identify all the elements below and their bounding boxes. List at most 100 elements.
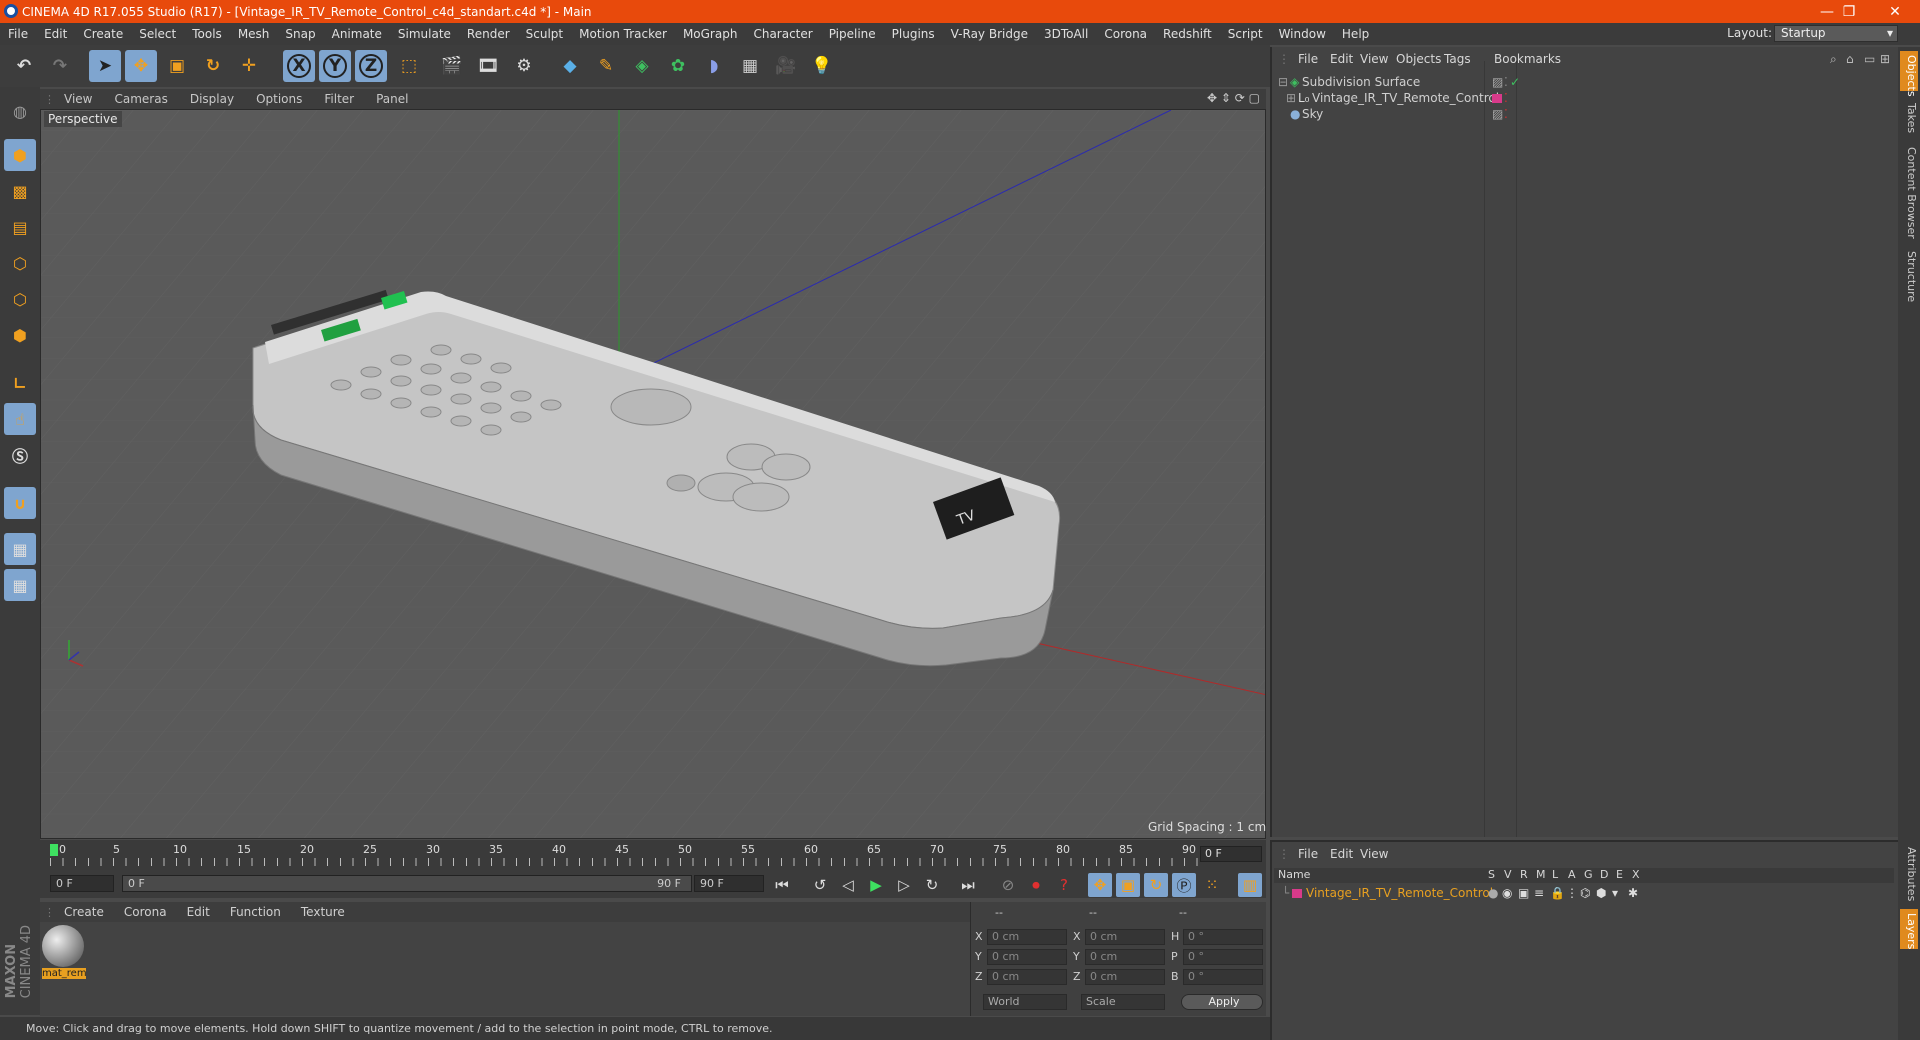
restore-button[interactable]: ❐ — [1826, 0, 1872, 23]
lock-icon[interactable]: 🔒 — [1550, 884, 1565, 902]
menu-mograph[interactable]: MoGraph — [675, 27, 746, 41]
objects-menu-objects[interactable]: Objects — [1396, 52, 1441, 66]
coord-mode-select[interactable]: World — [983, 994, 1067, 1010]
light-icon[interactable]: 💡 — [806, 50, 838, 82]
axis-y-icon[interactable]: Y — [319, 50, 351, 82]
undo-icon[interactable]: ↶ — [8, 50, 40, 82]
material-menu-function[interactable]: Function — [220, 905, 291, 919]
material-menu-corona[interactable]: Corona — [114, 905, 177, 919]
material-menu-edit[interactable]: Edit — [177, 905, 220, 919]
layer-color-swatch[interactable] — [1292, 889, 1302, 898]
model-mode-icon[interactable]: ⬢ — [4, 139, 36, 171]
deformer-icon[interactable]: ◗ — [698, 50, 730, 82]
position-y-field[interactable]: 0 cm — [987, 949, 1067, 965]
rotation-h-field[interactable]: 0 ° — [1183, 929, 1263, 945]
layout-select[interactable]: Startup ▾ — [1774, 25, 1898, 42]
deformers-icon[interactable]: ⬢ — [1596, 884, 1606, 902]
planar-workplane-icon[interactable]: ▦ — [4, 569, 36, 601]
home-icon[interactable]: ⌂ — [1846, 52, 1854, 66]
material-menu-create[interactable]: Create — [54, 905, 114, 919]
viewport-menu-panel[interactable]: Panel — [366, 92, 420, 106]
pen-spline-icon[interactable]: ✎ — [590, 50, 622, 82]
size-z-field[interactable]: 0 cm — [1085, 969, 1165, 985]
position-z-field[interactable]: 0 cm — [987, 969, 1067, 985]
key-rotation-icon[interactable]: ↻ — [1144, 873, 1168, 897]
menu-vray-bridge[interactable]: V-Ray Bridge — [943, 27, 1036, 41]
objects-menu-file[interactable]: File — [1298, 52, 1318, 66]
objects-menu-tags[interactable]: Tags — [1444, 52, 1471, 66]
key-point-level-icon[interactable]: ⁙ — [1200, 873, 1224, 897]
coord-scale-select[interactable]: Scale — [1081, 994, 1165, 1010]
polygons-mode-icon[interactable]: ⬢ — [4, 319, 36, 351]
magnet-icon[interactable]: ∪ — [4, 487, 36, 519]
rotate-icon[interactable]: ↻ — [197, 50, 229, 82]
render-icon[interactable]: ▣ — [1518, 884, 1529, 902]
search-icon[interactable]: ⌕ — [1830, 52, 1837, 67]
material-menu-texture[interactable]: Texture — [291, 905, 355, 919]
tab-structure[interactable]: Structure — [1900, 247, 1918, 303]
menu-tools[interactable]: Tools — [184, 27, 230, 41]
menu-animate[interactable]: Animate — [324, 27, 390, 41]
menu-3dtoall[interactable]: 3DToAll — [1036, 27, 1096, 41]
viewport-menu-cameras[interactable]: Cameras — [104, 92, 179, 106]
menu-script[interactable]: Script — [1220, 27, 1271, 41]
key-position-icon[interactable]: ✥ — [1088, 873, 1112, 897]
xref-icon[interactable]: ✱ — [1628, 884, 1638, 902]
view-eye-icon[interactable]: ◉ — [1502, 884, 1512, 902]
close-button[interactable]: ✕ — [1872, 0, 1918, 23]
snap-icon[interactable]: Ⓢ — [4, 439, 36, 471]
menu-motion-tracker[interactable]: Motion Tracker — [571, 27, 675, 41]
axis-mode-icon[interactable]: ∟ — [4, 367, 36, 399]
menu-create[interactable]: Create — [75, 27, 131, 41]
move-icon[interactable]: ✥ — [125, 50, 157, 82]
objects-menu-bookmarks[interactable]: Bookmarks — [1494, 52, 1561, 66]
material-swatch[interactable]: mat_rem — [42, 925, 87, 983]
object-row[interactable]: ● Sky ▨ ⁚ — [1274, 105, 1894, 123]
coordinate-system-icon[interactable]: ⬚ — [393, 50, 425, 82]
menu-window[interactable]: Window — [1271, 27, 1334, 41]
tab-objects[interactable]: Objects — [1900, 51, 1918, 97]
floor-icon[interactable]: ▦ — [734, 50, 766, 82]
points-mode-icon[interactable]: ⬡ — [4, 247, 36, 279]
menu-plugins[interactable]: Plugins — [884, 27, 943, 41]
prev-key-icon[interactable]: ↺ — [808, 873, 832, 897]
animation-icon[interactable]: ⋮ — [1566, 884, 1578, 902]
tweak-mode-icon[interactable]: ☝ — [4, 403, 36, 435]
layers-menu-edit[interactable]: Edit — [1330, 847, 1353, 861]
motion-record-icon[interactable]: ⊘ — [996, 873, 1020, 897]
axis-z-icon[interactable]: Z — [355, 50, 387, 82]
menu-file[interactable]: File — [0, 27, 36, 41]
expand-icon[interactable]: ⊞ — [1880, 52, 1890, 66]
end-frame-field[interactable]: 90 F — [694, 875, 764, 892]
visibility-dots-icon[interactable]: ⁚ — [1504, 105, 1508, 123]
workplane-icon[interactable]: ▤ — [4, 211, 36, 243]
record-keyframe-icon[interactable]: ⏺ — [1024, 873, 1048, 897]
size-y-field[interactable]: 0 cm — [1085, 949, 1165, 965]
tab-content-browser[interactable]: Content Browser — [1900, 143, 1918, 243]
key-parameter-icon[interactable]: Ⓟ — [1172, 873, 1196, 897]
last-tool-icon[interactable]: ✛ — [233, 50, 265, 82]
viewport-menu-filter[interactable]: Filter — [314, 92, 366, 106]
texture-mode-icon[interactable]: ▩ — [4, 175, 36, 207]
camera-icon[interactable]: 🎥 — [770, 50, 802, 82]
menu-render[interactable]: Render — [459, 27, 518, 41]
render-settings-icon[interactable]: ⚙ — [508, 50, 540, 82]
expressions-icon[interactable]: ▾ — [1612, 884, 1618, 902]
menu-snap[interactable]: Snap — [277, 27, 323, 41]
objects-menu-edit[interactable]: Edit — [1330, 52, 1353, 66]
menu-pipeline[interactable]: Pipeline — [821, 27, 884, 41]
position-x-field[interactable]: 0 cm — [987, 929, 1067, 945]
layers-menu-file[interactable]: File — [1298, 847, 1318, 861]
edges-mode-icon[interactable]: ⬡ — [4, 283, 36, 315]
menu-help[interactable]: Help — [1334, 27, 1377, 41]
key-scale-icon[interactable]: ▣ — [1116, 873, 1140, 897]
tab-layers[interactable]: Layers — [1900, 909, 1918, 949]
timeline-icon[interactable]: ▥ — [1238, 873, 1262, 897]
axis-x-icon[interactable]: X — [283, 50, 315, 82]
tab-attributes[interactable]: Attributes — [1900, 843, 1918, 905]
solo-dot-icon[interactable]: ● — [1488, 884, 1498, 902]
menu-edit[interactable]: Edit — [36, 27, 75, 41]
menu-select[interactable]: Select — [131, 27, 184, 41]
size-x-field[interactable]: 0 cm — [1085, 929, 1165, 945]
goto-end-icon[interactable]: ⏭ — [956, 873, 980, 897]
